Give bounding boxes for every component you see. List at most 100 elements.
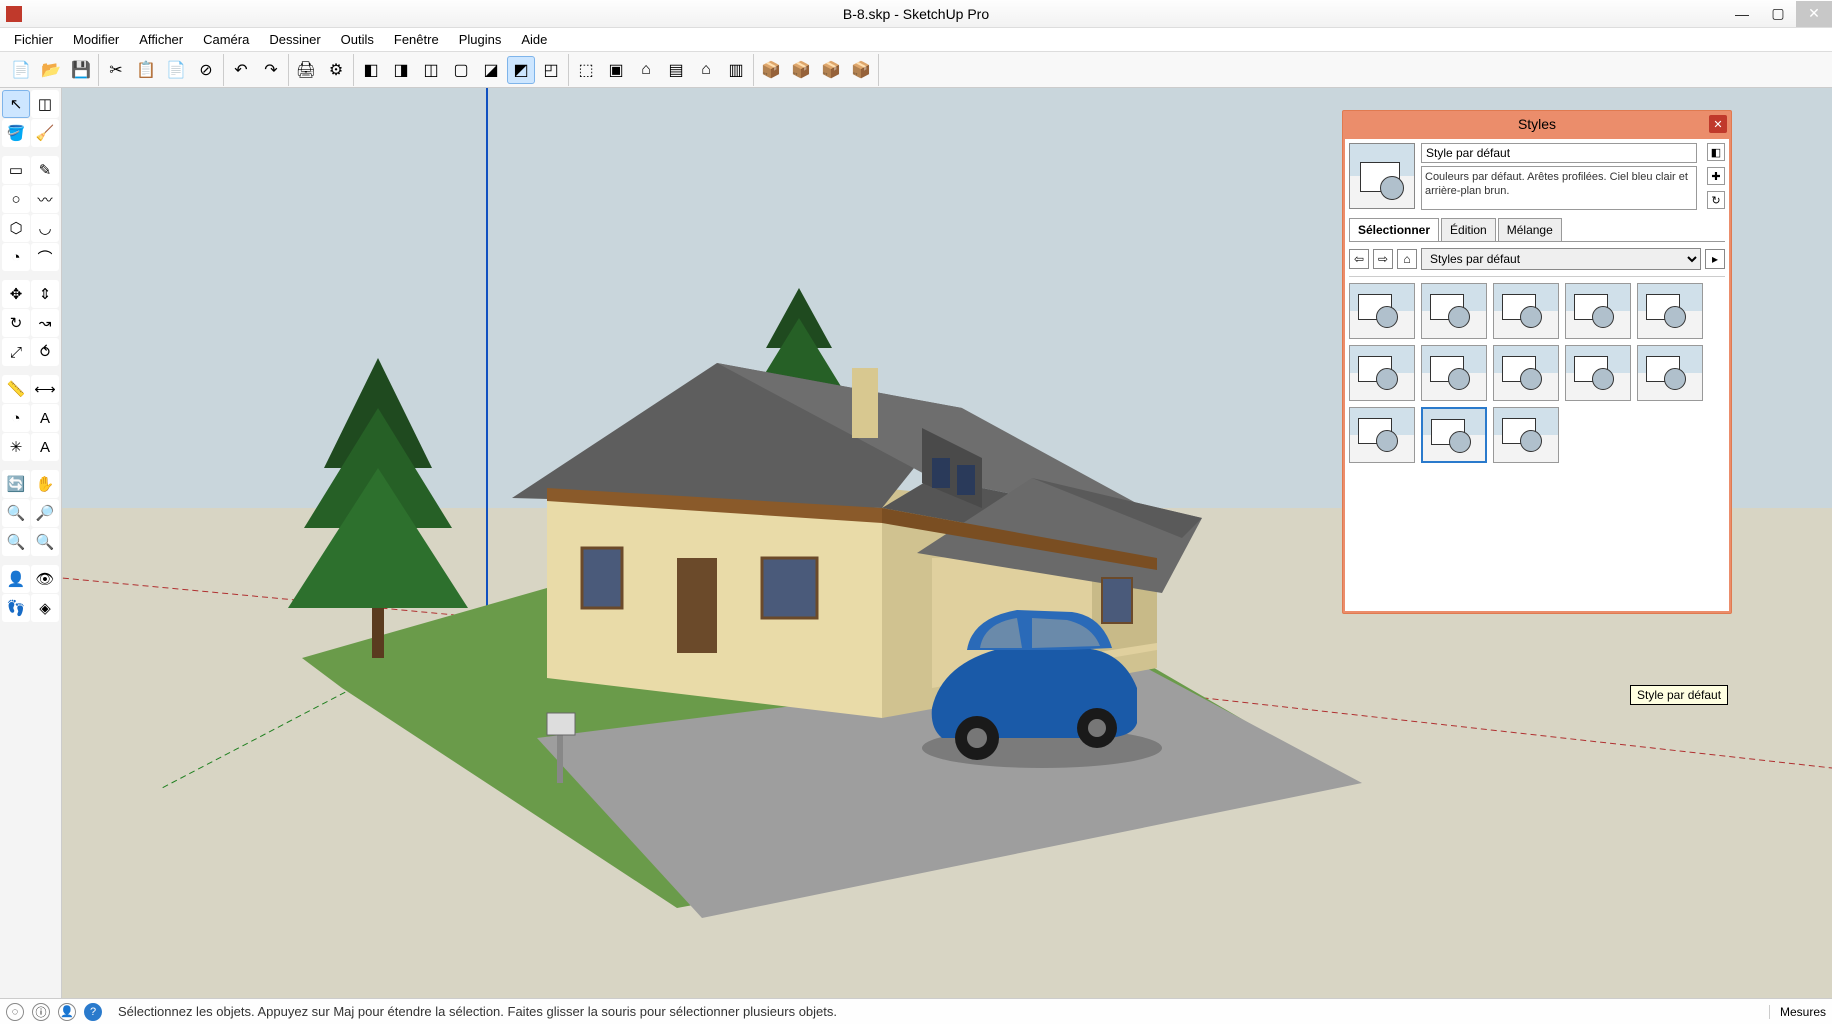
top-view-button[interactable]: ▣: [602, 56, 630, 84]
shaded-textures-button[interactable]: ◩: [507, 56, 535, 84]
previous-view-tool[interactable]: 🔍: [31, 528, 59, 556]
style-thumb[interactable]: [1493, 407, 1559, 463]
back-edges-button[interactable]: ◨: [387, 56, 415, 84]
menu-fichier[interactable]: Fichier: [4, 29, 63, 50]
line-tool[interactable]: ✎: [31, 156, 59, 184]
maximize-button[interactable]: ▢: [1760, 1, 1796, 27]
style-thumb[interactable]: [1565, 345, 1631, 401]
style-description[interactable]: Couleurs par défaut. Arêtes profilées. C…: [1421, 166, 1697, 210]
select-tool[interactable]: ↖: [2, 90, 30, 118]
right-view-button[interactable]: ▤: [662, 56, 690, 84]
orbit-tool[interactable]: 🔄: [2, 470, 30, 498]
style-thumb-selected[interactable]: [1421, 407, 1487, 463]
style-update-button[interactable]: ↻: [1707, 191, 1725, 209]
menu-afficher[interactable]: Afficher: [129, 29, 193, 50]
look-around-tool[interactable]: 👁: [31, 565, 59, 593]
nav-forward-button[interactable]: ⇨: [1373, 249, 1393, 269]
tab-select[interactable]: Sélectionner: [1349, 218, 1439, 241]
section-tool[interactable]: ◈: [31, 594, 59, 622]
walk-tool[interactable]: 👣: [2, 594, 30, 622]
style-thumb[interactable]: [1349, 345, 1415, 401]
wireframe-button[interactable]: ◫: [417, 56, 445, 84]
current-style-thumbnail[interactable]: [1349, 143, 1415, 209]
style-create-button[interactable]: ✚: [1707, 167, 1725, 185]
position-camera-tool[interactable]: 👤: [2, 565, 30, 593]
scale-tool[interactable]: ⤢: [2, 338, 30, 366]
style-thumb[interactable]: [1565, 283, 1631, 339]
zoom-tool[interactable]: 🔍: [2, 499, 30, 527]
viewport[interactable]: Styles ✕ Couleurs par défaut. Arêtes pro…: [62, 88, 1832, 998]
style-thumb[interactable]: [1637, 345, 1703, 401]
share-button[interactable]: 📦: [787, 56, 815, 84]
tab-edit[interactable]: Édition: [1441, 218, 1496, 241]
style-name-input[interactable]: [1421, 143, 1697, 163]
menu-aide[interactable]: Aide: [511, 29, 557, 50]
menu-camera[interactable]: Caméra: [193, 29, 259, 50]
zoom-window-tool[interactable]: 🔎: [31, 499, 59, 527]
rectangle-tool[interactable]: ▭: [2, 156, 30, 184]
minimize-button[interactable]: —: [1724, 1, 1760, 27]
help-icon[interactable]: ?: [84, 1003, 102, 1021]
rotate-tool[interactable]: ↻: [2, 309, 30, 337]
style-thumb[interactable]: [1421, 345, 1487, 401]
warehouse-button[interactable]: 📦: [757, 56, 785, 84]
protractor-tool[interactable]: ◔: [2, 404, 30, 432]
axes-tool[interactable]: ✳: [2, 433, 30, 461]
print-button[interactable]: 🖨: [292, 56, 320, 84]
style-thumb[interactable]: [1349, 407, 1415, 463]
style-thumb[interactable]: [1421, 283, 1487, 339]
menu-fenetre[interactable]: Fenêtre: [384, 29, 449, 50]
pie-tool[interactable]: ◔: [2, 243, 30, 271]
dimension-tool[interactable]: ⟷: [31, 375, 59, 403]
cut-button[interactable]: ✂: [102, 56, 130, 84]
tape-tool[interactable]: 📏: [2, 375, 30, 403]
text-tool[interactable]: A: [31, 404, 59, 432]
menu-plugins[interactable]: Plugins: [449, 29, 512, 50]
extension-warehouse-button[interactable]: 📦: [847, 56, 875, 84]
save-file-button[interactable]: 💾: [67, 56, 95, 84]
hidden-line-button[interactable]: ▢: [447, 56, 475, 84]
arc-tool[interactable]: ◡: [31, 214, 59, 242]
freehand-tool[interactable]: 〰: [31, 185, 59, 213]
close-button[interactable]: ✕: [1796, 1, 1832, 27]
pushpull-tool[interactable]: ⇕: [31, 280, 59, 308]
component-tool[interactable]: ◫: [31, 90, 59, 118]
shaded-button[interactable]: ◪: [477, 56, 505, 84]
new-file-button[interactable]: 📄: [7, 56, 35, 84]
model-info-button[interactable]: ⚙: [322, 56, 350, 84]
xray-button[interactable]: ◧: [357, 56, 385, 84]
move-tool[interactable]: ✥: [2, 280, 30, 308]
user-icon[interactable]: 👤: [58, 1003, 76, 1021]
zoom-extents-tool[interactable]: 🔍: [2, 528, 30, 556]
iso-view-button[interactable]: ⬚: [572, 56, 600, 84]
menu-dessiner[interactable]: Dessiner: [259, 29, 330, 50]
geo-icon[interactable]: ◌: [6, 1003, 24, 1021]
pan-tool[interactable]: ✋: [31, 470, 59, 498]
panel-close-button[interactable]: ✕: [1709, 115, 1727, 133]
menu-modifier[interactable]: Modifier: [63, 29, 129, 50]
left-view-button[interactable]: ▥: [722, 56, 750, 84]
style-thumb[interactable]: [1349, 283, 1415, 339]
arc2-tool[interactable]: ⌒: [31, 243, 59, 271]
paint-tool[interactable]: 🪣: [2, 119, 30, 147]
front-view-button[interactable]: ⌂: [632, 56, 660, 84]
style-display-button[interactable]: ◧: [1707, 143, 1725, 161]
delete-button[interactable]: ⊘: [192, 56, 220, 84]
monochrome-button[interactable]: ◰: [537, 56, 565, 84]
offset-tool[interactable]: ⥀: [31, 338, 59, 366]
open-file-button[interactable]: 📂: [37, 56, 65, 84]
style-thumb[interactable]: [1637, 283, 1703, 339]
undo-button[interactable]: ↶: [227, 56, 255, 84]
circle-tool[interactable]: ○: [2, 185, 30, 213]
paste-button[interactable]: 📄: [162, 56, 190, 84]
style-collection-dropdown[interactable]: Styles par défaut: [1421, 248, 1701, 270]
style-thumb[interactable]: [1493, 283, 1559, 339]
copy-button[interactable]: 📋: [132, 56, 160, 84]
nav-home-button[interactable]: ⌂: [1397, 249, 1417, 269]
style-thumb[interactable]: [1493, 345, 1559, 401]
eraser-tool[interactable]: 🧹: [31, 119, 59, 147]
back-view-button[interactable]: ⌂: [692, 56, 720, 84]
3dtext-tool[interactable]: A: [31, 433, 59, 461]
extensions-button[interactable]: 📦: [817, 56, 845, 84]
tab-mix[interactable]: Mélange: [1498, 218, 1562, 241]
